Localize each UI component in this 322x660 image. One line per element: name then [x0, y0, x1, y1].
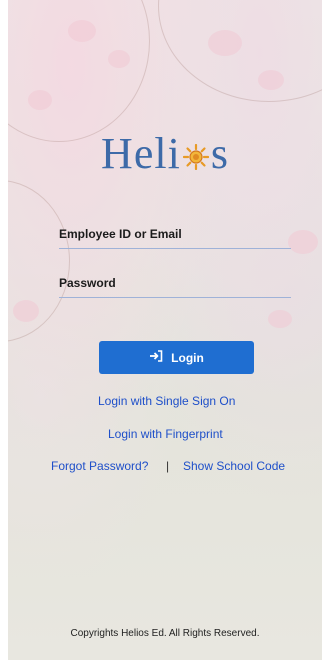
- password-field[interactable]: Password: [59, 263, 291, 298]
- login-button-label: Login: [171, 350, 204, 365]
- forgot-password-link[interactable]: Forgot Password?: [51, 459, 148, 473]
- link-separator: |: [166, 459, 170, 473]
- logo-text-right: s: [210, 129, 229, 178]
- show-school-code-link[interactable]: Show School Code: [183, 459, 285, 473]
- email-field[interactable]: Employee ID or Email: [59, 214, 291, 249]
- helios-logo: Heli s: [8, 124, 322, 184]
- password-label: Password: [59, 276, 116, 290]
- email-label: Employee ID or Email: [59, 227, 182, 241]
- login-button[interactable]: Login: [99, 341, 254, 374]
- sso-login-link[interactable]: Login with Single Sign On: [98, 394, 235, 408]
- login-screen: Heli s Employee ID or Email Password Log…: [8, 0, 322, 660]
- login-arrow-icon: [149, 350, 163, 365]
- fingerprint-login-link[interactable]: Login with Fingerprint: [108, 427, 223, 441]
- copyright-footer: Copyrights Helios Ed. All Rights Reserve…: [70, 628, 260, 639]
- logo-text-left: Heli: [101, 129, 181, 178]
- sun-icon: [182, 126, 209, 171]
